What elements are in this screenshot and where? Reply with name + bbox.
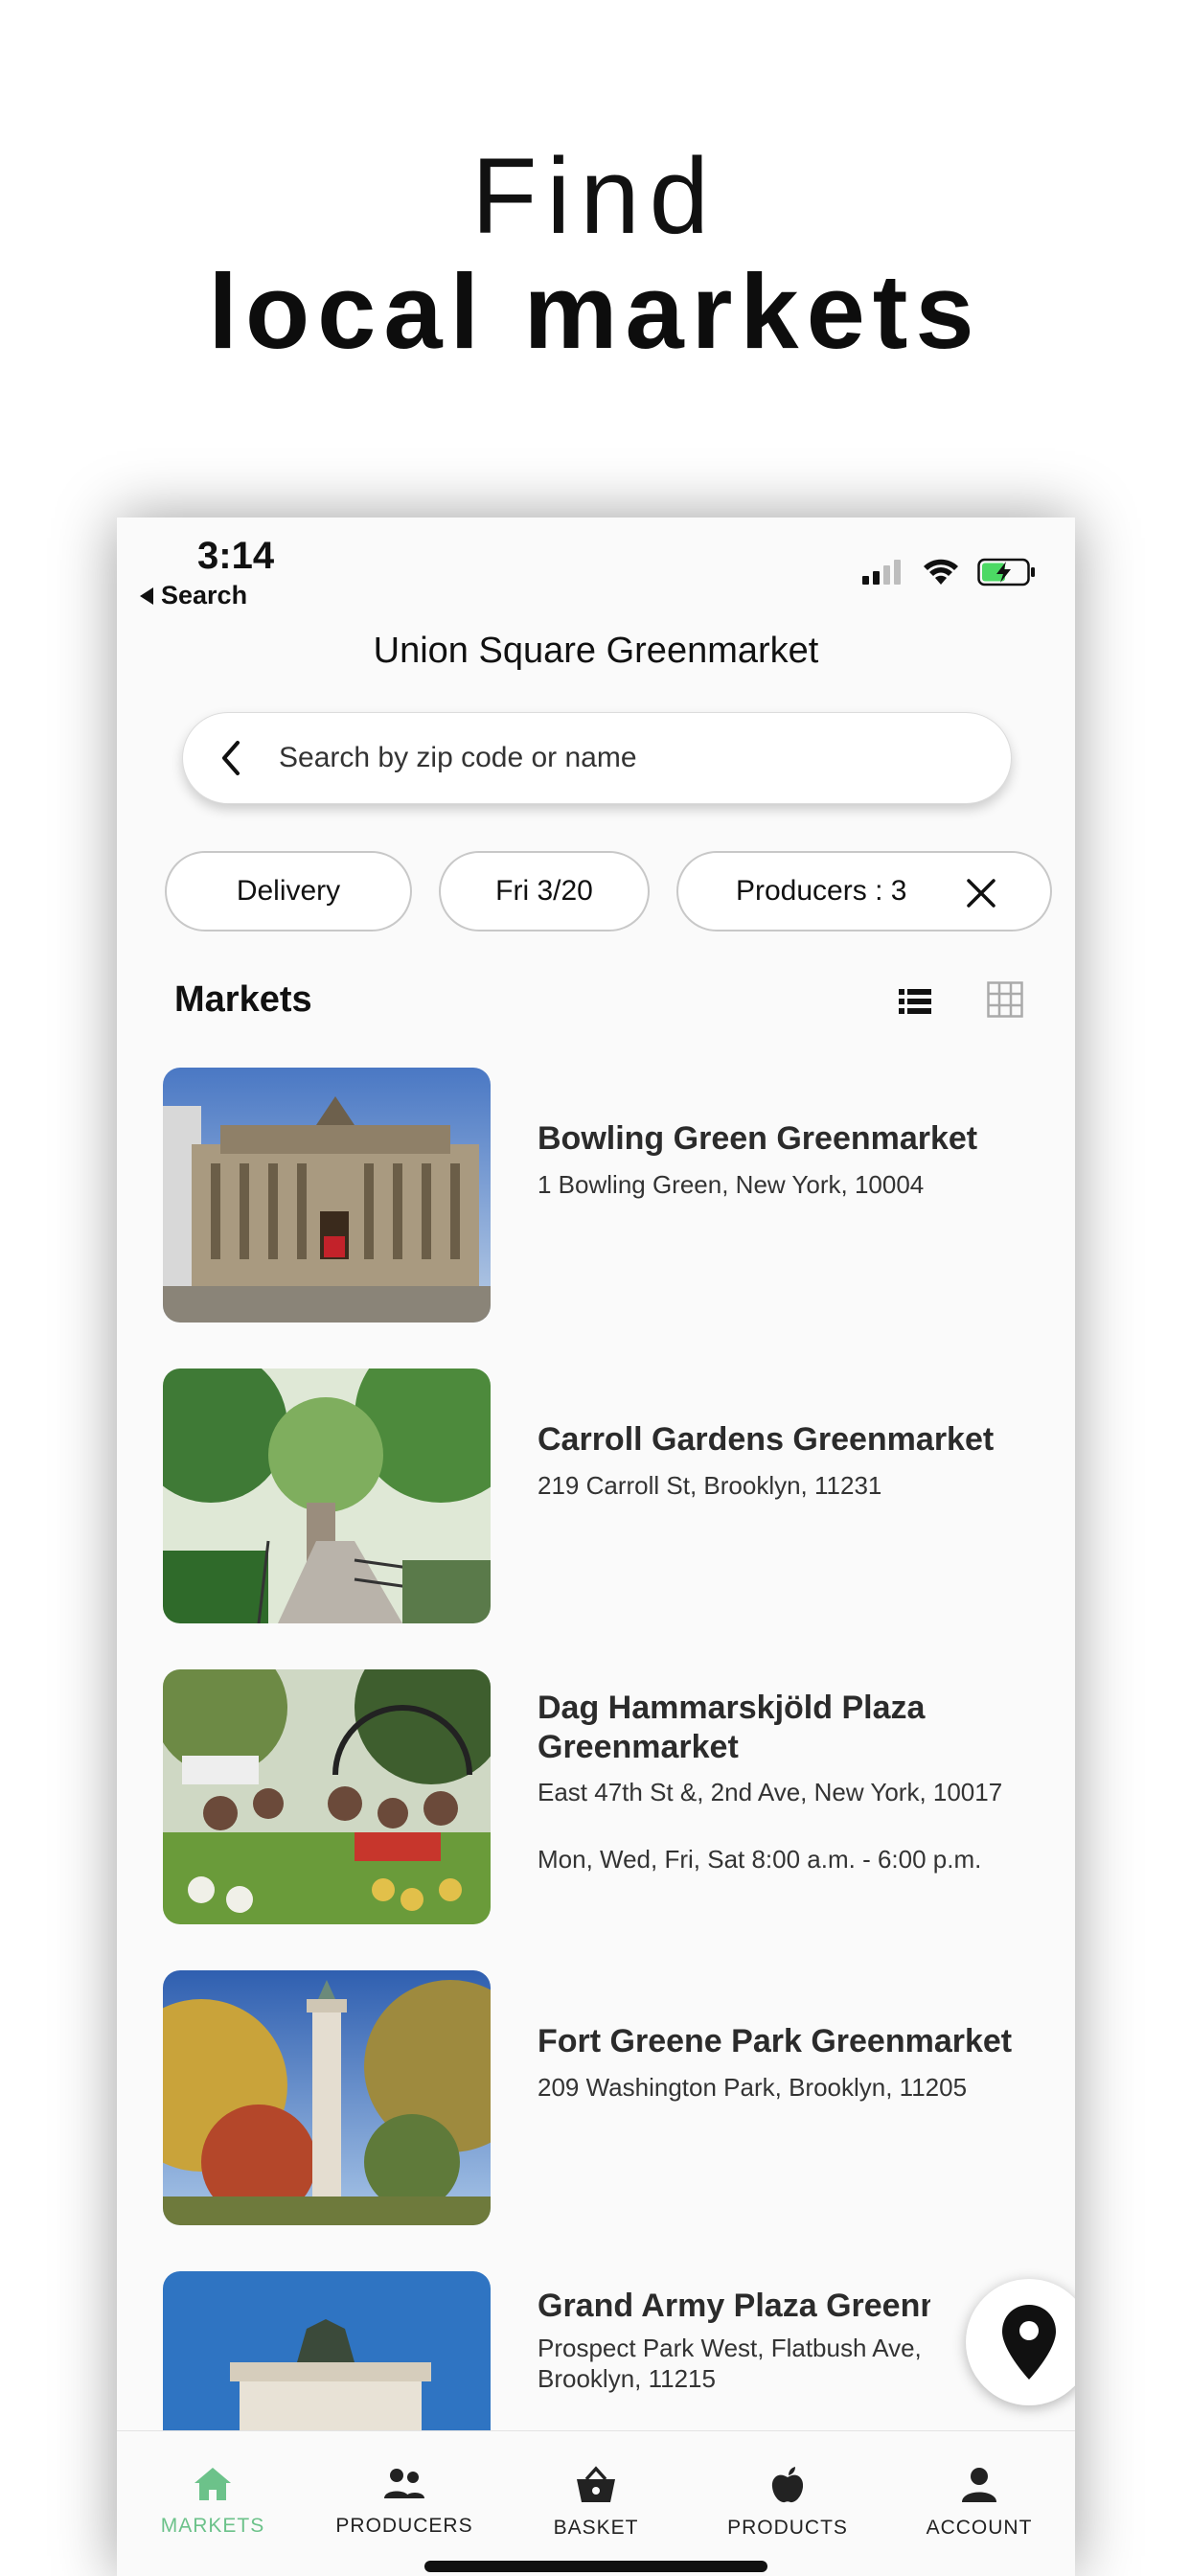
back-label: Search — [161, 581, 248, 610]
apple-icon — [771, 2467, 804, 2503]
wifi-icon — [924, 559, 958, 585]
market-photo — [163, 1068, 491, 1322]
market-item[interactable]: Grand Army Plaza Greenmarket Prospect Pa… — [163, 2271, 1044, 2430]
filter-chip-date[interactable]: Fri 3/20 — [439, 851, 650, 932]
grid-view-icon[interactable] — [987, 981, 1023, 1018]
search-bar — [182, 712, 1012, 804]
market-address: 219 Carroll St, Brooklyn, 11231 — [538, 1471, 882, 1500]
screen-title: Union Square Greenmarket — [373, 631, 819, 671]
market-address: Prospect Park West, Flatbush Ave, Brookl… — [538, 2334, 922, 2393]
tab-markets[interactable]: MARKETS — [117, 2466, 309, 2538]
back-arrow-icon — [140, 586, 153, 605]
filter-chip-label: Delivery — [236, 875, 341, 907]
market-photo — [163, 1669, 491, 1924]
filter-chip-label: Fri 3/20 — [495, 875, 593, 907]
tab-basket[interactable]: BASKET — [500, 2466, 692, 2540]
tab-producers[interactable]: PRODUCERS — [309, 2466, 500, 2538]
tab-label: PRODUCERS — [335, 2515, 473, 2537]
market-photo — [163, 1368, 491, 1623]
map-pin-icon — [1002, 2305, 1056, 2380]
list-view-icon[interactable] — [899, 985, 931, 1018]
filter-chip-delivery[interactable]: Delivery — [165, 851, 412, 932]
market-name: Fort Greene Park Greenmarket — [538, 2023, 1013, 2059]
home-indicator — [424, 2561, 767, 2572]
tab-label: PRODUCTS — [727, 2517, 848, 2539]
status-icons — [862, 558, 1037, 586]
market-hours: Mon, Wed, Fri, Sat 8:00 a.m. - 6:00 p.m. — [538, 1845, 982, 1874]
market-item[interactable]: Bowling Green Greenmarket 1 Bowling Gree… — [163, 1068, 1044, 1324]
market-address: East 47th St &, 2nd Ave, New York, 10017 — [538, 1778, 1003, 1806]
status-time: 3:14 — [197, 535, 275, 577]
market-item[interactable]: Fort Greene Park Greenmarket 209 Washing… — [163, 1970, 1044, 2227]
market-photo — [163, 2271, 491, 2430]
market-address: 209 Washington Park, Brooklyn, 11205 — [538, 2073, 968, 2102]
phone-screen: 3:14 Search Union Square Greenmarket Sea… — [117, 518, 1075, 2576]
market-address: 1 Bowling Green, New York, 10004 — [538, 1170, 925, 1199]
filter-chip-label: Producers : 3 — [736, 875, 907, 907]
market-name: Dag Hammarskjöld Plaza Greenmarket — [538, 1690, 926, 1765]
promo-title-line1: Find — [471, 136, 719, 256]
tab-label: ACCOUNT — [926, 2517, 1033, 2539]
tab-account[interactable]: ACCOUNT — [883, 2466, 1075, 2540]
close-icon[interactable] — [966, 878, 996, 908]
tab-label: BASKET — [553, 2517, 639, 2539]
battery-charging-icon — [977, 558, 1035, 586]
back-to-search-link[interactable]: Search — [140, 581, 247, 610]
tab-products[interactable]: PRODUCTS — [692, 2466, 883, 2540]
market-photo — [163, 1970, 491, 2225]
market-item[interactable]: Carroll Gardens Greenmarket 219 Carroll … — [163, 1368, 1044, 1625]
search-back-button[interactable] — [202, 729, 260, 787]
signal-icon — [862, 560, 901, 585]
section-title: Markets — [174, 979, 312, 1020]
promo-title-line2: local markets — [208, 253, 982, 371]
search-input[interactable] — [277, 741, 1011, 775]
market-name: Carroll Gardens Greenmarket — [538, 1421, 995, 1458]
chevron-left-icon — [222, 741, 240, 775]
tab-label: MARKETS — [160, 2515, 265, 2537]
basket-icon — [577, 2466, 615, 2502]
bottom-tab-bar: MARKETS PRODUCERS BASKET PRODUCTS ACCOUN… — [117, 2430, 1075, 2576]
market-item[interactable]: Dag Hammarskjöld Plaza Greenmarket East … — [163, 1669, 1044, 1926]
market-name: Grand Army Plaza Greenmarket — [538, 2288, 930, 2324]
person-icon — [962, 2468, 996, 2502]
filter-chip-producers[interactable]: Producers : 3 — [676, 851, 1052, 932]
home-icon — [195, 2468, 231, 2500]
people-icon — [384, 2469, 424, 2498]
market-name: Bowling Green Greenmarket — [538, 1120, 978, 1157]
